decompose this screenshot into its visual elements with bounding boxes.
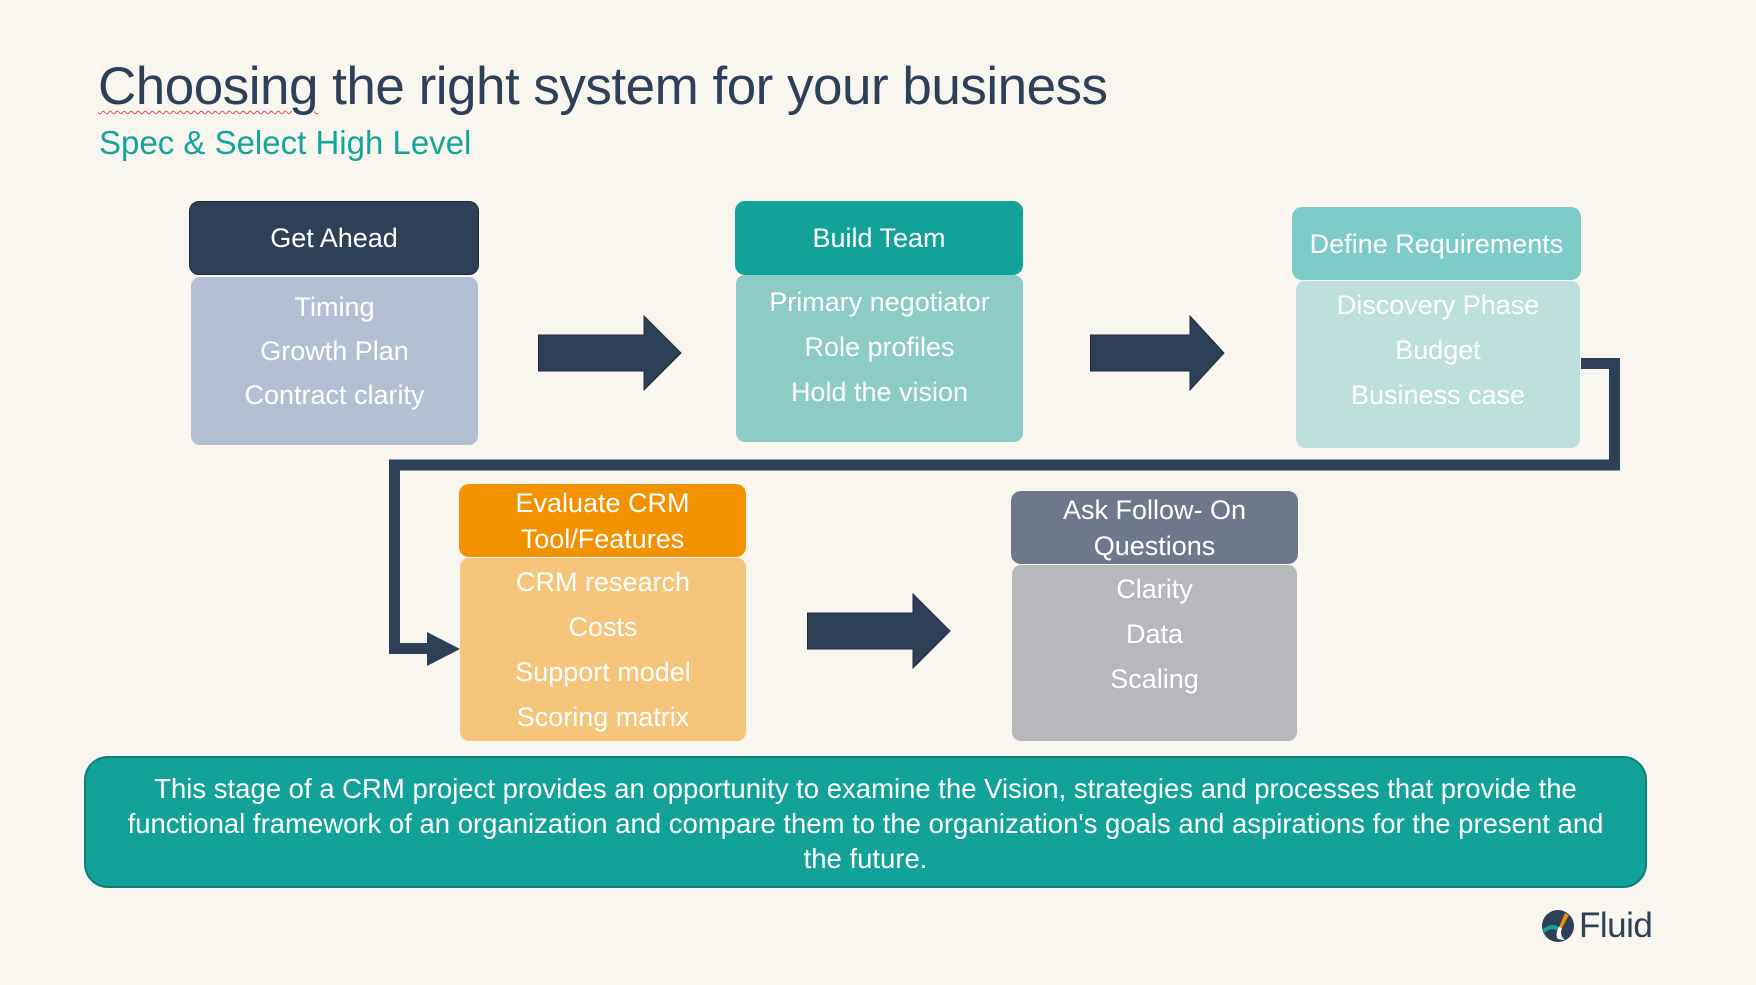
stage-item: Support model bbox=[515, 657, 691, 687]
stage-header: Ask Follow- On Questions bbox=[1011, 491, 1298, 564]
stage-item: Hold the vision bbox=[790, 377, 969, 407]
stage-header: Build Team bbox=[735, 201, 1023, 275]
stage-item: Scoring matrix bbox=[516, 702, 690, 732]
fluid-logo-icon bbox=[1542, 910, 1574, 942]
logo-text: Fluid bbox=[1579, 906, 1653, 945]
stage-item: Primary negotiator bbox=[769, 287, 990, 317]
stage-body: Timing Growth Plan Contract clarity bbox=[191, 277, 478, 445]
stage-body: Clarity Data Scaling bbox=[1012, 565, 1297, 741]
stage-build-team: Build Team Primary negotiator Role profi… bbox=[735, 201, 1023, 442]
stage-evaluate-crm: Evaluate CRM Tool/Features CRM research … bbox=[459, 484, 746, 741]
stage-item: Budget bbox=[1395, 335, 1481, 365]
stage-item: Contract clarity bbox=[244, 380, 425, 410]
stage-item: Role profiles bbox=[804, 332, 955, 362]
stage-item: Clarity bbox=[1116, 574, 1193, 604]
stage-ask-follow-on: Ask Follow- On Questions Clarity Data Sc… bbox=[1011, 491, 1298, 741]
stage-item: CRM research bbox=[515, 567, 691, 597]
stage-body: Primary negotiator Role profiles Hold th… bbox=[736, 275, 1023, 442]
stage-item: Business case bbox=[1350, 380, 1526, 410]
stage-get-ahead: Get Ahead Timing Growth Plan Contract cl… bbox=[189, 201, 479, 445]
right-arrow-icon bbox=[807, 593, 951, 669]
stage-body: Discovery Phase Budget Business case bbox=[1296, 281, 1580, 448]
stage-body: CRM research Costs Support model Scoring… bbox=[460, 558, 746, 741]
fluid-logo: Fluid bbox=[1541, 906, 1653, 946]
stage-item: Discovery Phase bbox=[1336, 290, 1540, 320]
stage-item: Data bbox=[1125, 619, 1184, 649]
connector-arrowhead-icon bbox=[427, 632, 460, 666]
summary-box: This stage of a CRM project provides an … bbox=[84, 756, 1647, 888]
right-arrow-icon bbox=[538, 315, 682, 391]
stage-item: Timing bbox=[294, 292, 375, 322]
stage-define-requirements: Define Requirements Discovery Phase Budg… bbox=[1292, 207, 1581, 448]
stage-header: Evaluate CRM Tool/Features bbox=[459, 484, 746, 557]
stage-item: Scaling bbox=[1110, 664, 1199, 694]
stage-header: Get Ahead bbox=[189, 201, 479, 275]
stage-header: Define Requirements bbox=[1292, 207, 1581, 280]
right-arrow-icon bbox=[1090, 315, 1225, 391]
stage-item: Growth Plan bbox=[260, 336, 409, 366]
stage-item: Costs bbox=[568, 612, 638, 642]
